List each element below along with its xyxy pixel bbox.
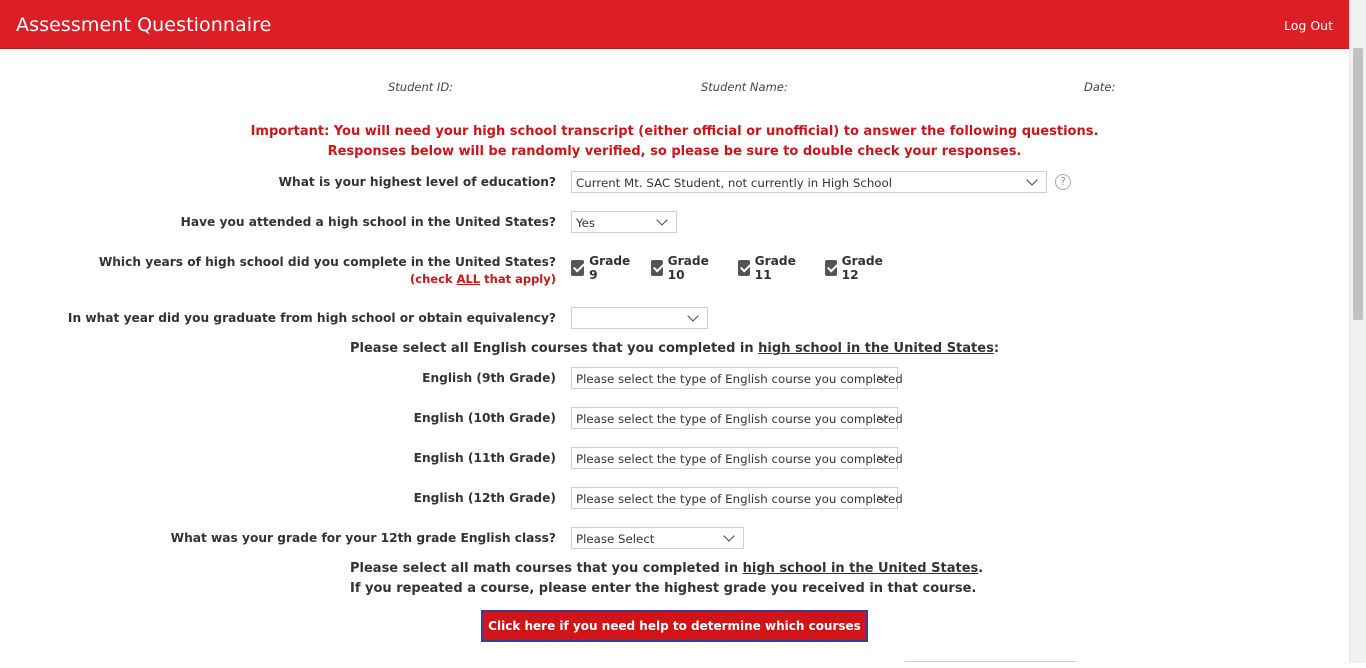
math-section-heading: Please select all math courses that you … bbox=[350, 561, 984, 576]
graduation-year-label: In what year did you graduate from high … bbox=[67, 311, 556, 325]
hs-years-label: Which years of high school did you compl… bbox=[98, 255, 556, 269]
attended-us-hs-label: Have you attended a high school in the U… bbox=[180, 215, 556, 229]
important-notice-line1: Important: You will need your high schoo… bbox=[250, 124, 1099, 139]
education-level-select[interactable]: Current Mt. SAC Student, not currently i… bbox=[571, 171, 1047, 193]
english-10-value: Please select the type of English course… bbox=[576, 412, 903, 426]
english-9-value: Please select the type of English course… bbox=[576, 372, 903, 386]
attended-us-hs-select[interactable]: Yes bbox=[571, 211, 677, 233]
english-10-label: English (10th Grade) bbox=[413, 411, 556, 425]
english-11-select[interactable]: Please select the type of English course… bbox=[571, 447, 903, 469]
checkmark-icon bbox=[571, 260, 585, 276]
page-scrollbar[interactable] bbox=[1349, 0, 1366, 663]
chevron-down-icon bbox=[656, 214, 668, 226]
important-notice-line2: Responses below will be randomly verifie… bbox=[327, 144, 1022, 159]
grade12-english-select[interactable]: Please Select bbox=[571, 527, 744, 549]
chevron-down-icon bbox=[1026, 174, 1038, 186]
grade12-english-value: Please Select bbox=[576, 532, 655, 546]
attended-us-hs-value: Yes bbox=[576, 216, 596, 230]
student-name-label: Student Name: bbox=[701, 80, 788, 94]
help-icon[interactable]: ? bbox=[1055, 174, 1071, 190]
graduation-year-select[interactable] bbox=[571, 307, 708, 329]
english-11-label: English (11th Grade) bbox=[413, 451, 556, 465]
student-id-label: Student ID: bbox=[388, 80, 454, 94]
education-level-label: What is your highest level of education? bbox=[278, 175, 556, 189]
english-12-select[interactable]: Please select the type of English course… bbox=[571, 487, 903, 509]
english-9-label: English (9th Grade) bbox=[422, 371, 556, 385]
grade-9-label: Grade 9 bbox=[589, 254, 631, 282]
education-level-value: Current Mt. SAC Student, not currently i… bbox=[576, 176, 893, 190]
logout-link[interactable]: Log Out bbox=[1284, 18, 1333, 33]
checkmark-icon bbox=[651, 260, 663, 276]
hs-years-instruction: (check ALL that apply) bbox=[410, 272, 556, 286]
grade-12-checkbox[interactable]: Grade 12 bbox=[825, 254, 887, 282]
grade-10-label: Grade 10 bbox=[667, 254, 709, 282]
checkmark-icon bbox=[738, 260, 750, 276]
top-header-bar: Assessment Questionnaire Log Out bbox=[0, 0, 1349, 49]
checkmark-icon bbox=[825, 260, 837, 276]
math-section-note: If you repeated a course, please enter t… bbox=[350, 581, 977, 596]
english-9-select[interactable]: Please select the type of English course… bbox=[571, 367, 903, 389]
date-label: Date: bbox=[1084, 80, 1116, 94]
english-12-label: English (12th Grade) bbox=[413, 491, 556, 505]
course-help-button[interactable]: Click here if you need help to determine… bbox=[481, 610, 868, 661]
english-12-value: Please select the type of English course… bbox=[576, 492, 903, 506]
grade-11-label: Grade 11 bbox=[754, 254, 796, 282]
grade-12-label: Grade 12 bbox=[841, 254, 883, 282]
grade-10-checkbox[interactable]: Grade 10 bbox=[651, 254, 713, 282]
english-11-value: Please select the type of English course… bbox=[576, 452, 903, 466]
grade-9-checkbox[interactable]: Grade 9 bbox=[571, 254, 633, 282]
english-10-select[interactable]: Please select the type of English course… bbox=[571, 407, 903, 429]
english-section-heading: Please select all English courses that y… bbox=[350, 341, 1000, 356]
app-title: Assessment Questionnaire bbox=[16, 14, 272, 36]
grade-11-checkbox[interactable]: Grade 11 bbox=[738, 254, 800, 282]
chevron-down-icon bbox=[723, 530, 735, 542]
grade12-english-label: What was your grade for your 12th grade … bbox=[170, 531, 556, 545]
partial-field-edge bbox=[905, 661, 1077, 662]
scrollbar-thumb[interactable] bbox=[1353, 48, 1363, 320]
chevron-down-icon bbox=[687, 310, 699, 322]
